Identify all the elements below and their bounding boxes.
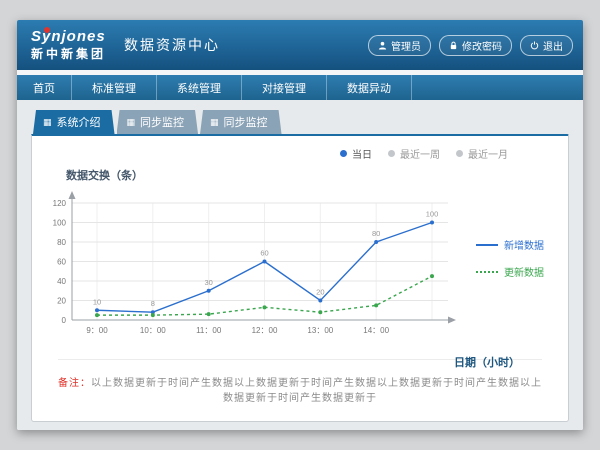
legend-label: 更新数据 [504, 264, 544, 279]
svg-text:12：00: 12：00 [252, 326, 278, 335]
tab-bar: ▦ 系统介绍 ▦ 同步监控 ▦ 同步监控 [31, 110, 569, 134]
filter-label: 最近一周 [400, 146, 440, 161]
svg-text:10：00: 10：00 [140, 326, 166, 335]
svg-text:11：00: 11：00 [196, 326, 222, 335]
legend-item[interactable]: 更新数据 [476, 264, 568, 279]
series-legend: 新增数据更新数据 [476, 237, 568, 355]
nav-item[interactable]: 首页 [17, 75, 72, 100]
logo: Synjones 新中新集团 [31, 29, 106, 61]
nav-item[interactable]: 数据异动 [327, 75, 412, 100]
svg-text:60: 60 [57, 258, 66, 267]
svg-text:9：00: 9：00 [86, 326, 108, 335]
admin-user-button[interactable]: 管理员 [368, 35, 431, 56]
svg-text:120: 120 [53, 199, 67, 208]
time-filter-legend: 当日 最近一周 最近一月 [32, 136, 568, 161]
change-password-label: 修改密码 [462, 38, 502, 53]
app-header: Synjones 新中新集团 数据资源中心 管理员 修改密码 [17, 20, 583, 70]
change-password-button[interactable]: 修改密码 [439, 35, 512, 56]
svg-text:100: 100 [426, 210, 439, 219]
svg-text:80: 80 [57, 238, 66, 247]
svg-text:0: 0 [62, 316, 67, 325]
tab-item-1[interactable]: ▦ 同步监控 [117, 110, 199, 134]
svg-text:10: 10 [93, 297, 101, 306]
grid-icon: ▦ [43, 118, 52, 127]
svg-text:8: 8 [151, 299, 155, 308]
chart-wrap: 0 20 40 60 80 100 120 9：00 10：00 11：00 12：00 13：00 1… [32, 185, 568, 355]
svg-text:30: 30 [204, 278, 212, 287]
admin-user-label: 管理员 [391, 38, 421, 53]
logo-subtitle: 新中新集团 [31, 48, 106, 61]
svg-text:40: 40 [57, 277, 66, 286]
tab-label: 同步监控 [224, 114, 268, 130]
filter-label: 最近一月 [468, 146, 508, 161]
svg-text:60: 60 [260, 249, 268, 258]
x-axis-title: 日期（小时） [454, 354, 520, 370]
filter-option[interactable]: 当日 [340, 146, 372, 161]
footnote-prefix: 备注： [58, 378, 91, 389]
page-title: 数据资源中心 [124, 35, 220, 55]
legend-line-sample [476, 271, 498, 273]
svg-text:100: 100 [53, 219, 67, 228]
lock-icon [449, 41, 458, 50]
grid-icon: ▦ [127, 118, 136, 127]
main-nav: 首页标准管理系统管理对接管理数据异动 [17, 75, 583, 100]
radio-dot-icon [388, 150, 395, 157]
grid-icon: ▦ [210, 118, 219, 127]
logo-text: Synjones [31, 29, 106, 46]
svg-text:14：00: 14：00 [363, 326, 389, 335]
tab-item-0[interactable]: ▦ 系统介绍 [33, 110, 115, 134]
tab-label: 同步监控 [140, 114, 184, 130]
footnote-text: 以上数据更新于时间产生数据以上数据更新于时间产生数据以上数据更新于时间产生数据以… [91, 378, 542, 404]
svg-text:13：00: 13：00 [307, 326, 333, 335]
tab-label: 系统介绍 [57, 114, 101, 130]
app-window: Synjones 新中新集团 数据资源中心 管理员 修改密码 [17, 20, 583, 430]
filter-option[interactable]: 最近一月 [456, 146, 508, 161]
legend-item[interactable]: 新增数据 [476, 237, 568, 252]
svg-text:20: 20 [316, 288, 324, 297]
nav-item[interactable]: 系统管理 [157, 75, 242, 100]
user-icon [378, 41, 387, 50]
filter-option[interactable]: 最近一周 [388, 146, 440, 161]
content-area: ▦ 系统介绍 ▦ 同步监控 ▦ 同步监控 当日 最近一周 最近一月 数据交换（条） 0 20 40… [17, 100, 583, 430]
line-chart: 0 20 40 60 80 100 120 9：00 10：00 11：00 12：00 13：00 1… [32, 185, 476, 355]
nav-item[interactable]: 标准管理 [72, 75, 157, 100]
radio-dot-icon [340, 150, 347, 157]
header-actions: 管理员 修改密码 退出 [368, 35, 573, 56]
nav-item[interactable]: 对接管理 [242, 75, 327, 100]
y-axis-title: 数据交换（条） [66, 167, 568, 183]
tab-item-2[interactable]: ▦ 同步监控 [200, 110, 282, 134]
svg-text:80: 80 [372, 229, 380, 238]
filter-label: 当日 [352, 146, 372, 161]
chart-panel: 当日 最近一周 最近一月 数据交换（条） 0 20 40 60 80 100 120 9：00 10… [31, 134, 569, 422]
logout-button[interactable]: 退出 [520, 35, 573, 56]
legend-line-sample [476, 244, 498, 246]
legend-label: 新增数据 [504, 237, 544, 252]
power-icon [530, 41, 539, 50]
radio-dot-icon [456, 150, 463, 157]
svg-text:20: 20 [57, 297, 66, 306]
logout-label: 退出 [543, 38, 563, 53]
